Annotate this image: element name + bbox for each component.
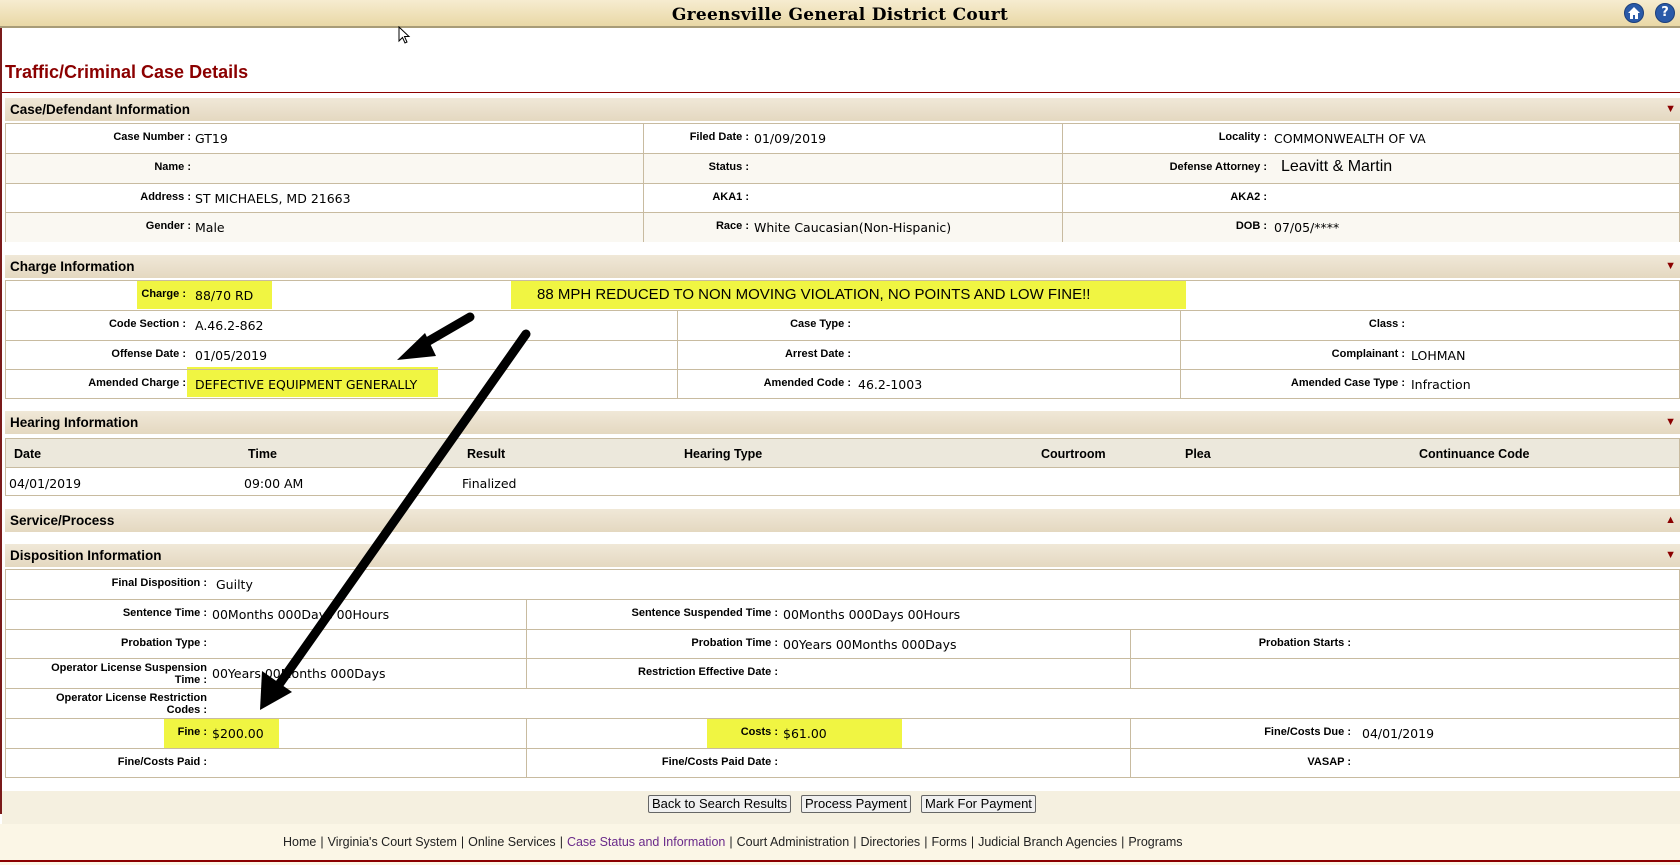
annotation-arrow-icon — [397, 312, 475, 360]
annotation-arrows — [260, 312, 531, 710]
annotation-arrow-icon — [260, 329, 531, 710]
